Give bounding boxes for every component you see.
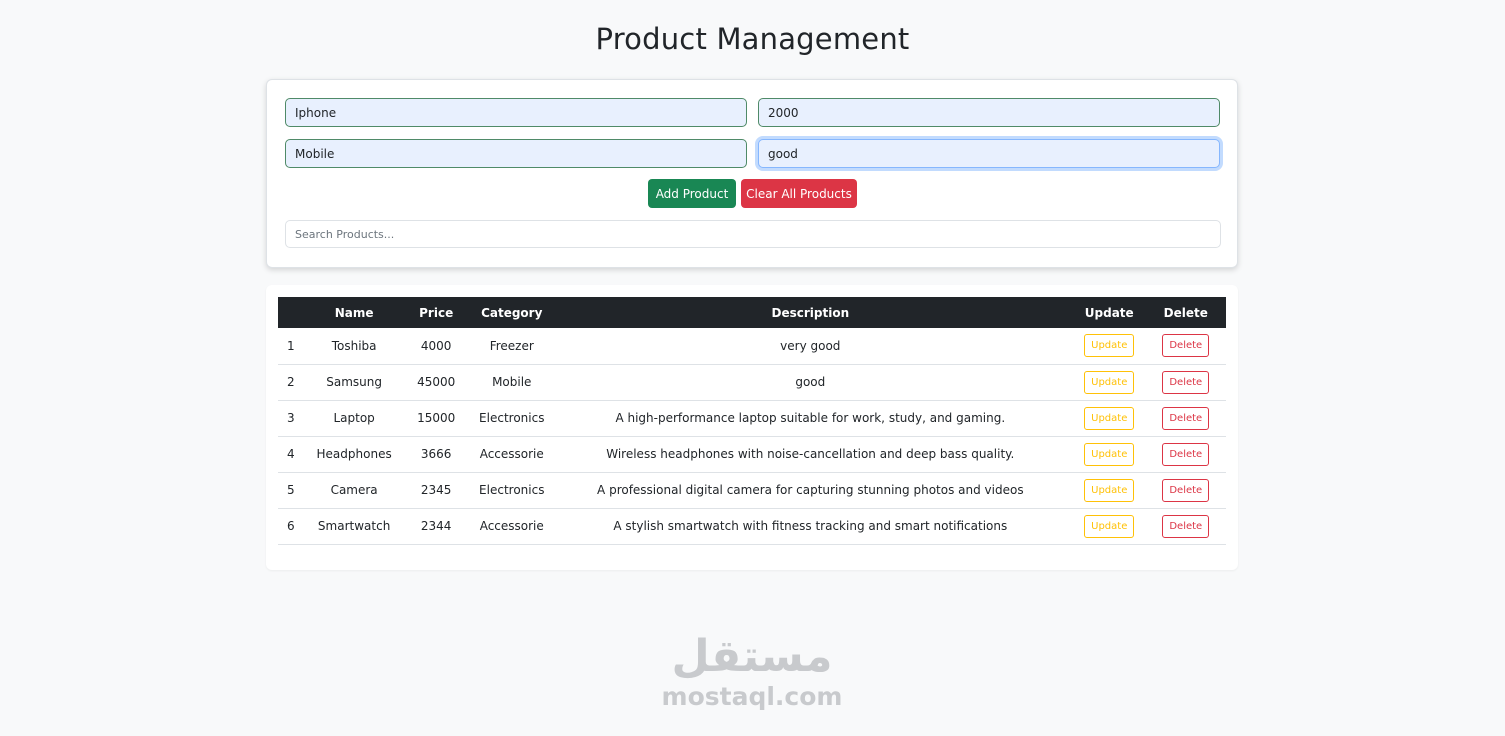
update-button[interactable]: Update	[1084, 514, 1135, 538]
product-name-input[interactable]	[285, 98, 747, 127]
row-index: 5	[287, 483, 295, 497]
product-name: Camera	[330, 483, 378, 497]
header-index	[278, 297, 312, 328]
product-form-card: Add Product Clear All Products	[266, 79, 1238, 268]
update-button[interactable]: Update	[1084, 442, 1135, 466]
update-button[interactable]: Update	[1084, 406, 1135, 430]
product-price: 2344	[420, 519, 452, 533]
product-name: Samsung	[326, 375, 382, 389]
table-row: 2 Samsung 45000 Mobile good Update Delet…	[278, 364, 1226, 400]
update-cell: Update	[1073, 508, 1146, 544]
header-category: Category	[481, 305, 543, 320]
clear-all-products-button[interactable]: Clear All Products	[741, 179, 857, 208]
update-cell: Update	[1073, 364, 1146, 400]
delete-button[interactable]: Delete	[1162, 442, 1210, 466]
table-row: 4 Headphones 3666 Accessorie Wireless he…	[278, 436, 1226, 472]
update-cell: Update	[1073, 436, 1146, 472]
table-row: 1 Toshiba 4000 Freezer very good Update …	[278, 328, 1226, 364]
header-description: Description	[771, 305, 850, 320]
header-name: Name	[334, 305, 374, 320]
table-header-row: Name Price Category Description Update D…	[278, 297, 1226, 328]
product-description: A high-performance laptop suitable for w…	[615, 411, 1006, 425]
row-index: 2	[287, 375, 295, 389]
product-price: 2345	[420, 483, 452, 497]
delete-button[interactable]: Delete	[1162, 478, 1210, 502]
update-button[interactable]: Update	[1084, 334, 1135, 358]
delete-button[interactable]: Delete	[1162, 514, 1210, 538]
watermark-domain: mostaql.com	[661, 682, 843, 711]
delete-button[interactable]: Delete	[1162, 406, 1210, 430]
row-index: 1	[287, 338, 295, 353]
product-price: 4000	[420, 338, 452, 353]
watermark-arabic-logo: مستقل	[671, 631, 833, 682]
update-cell: Update	[1073, 400, 1146, 436]
product-category: Accessorie	[479, 519, 544, 533]
product-price: 3666	[420, 447, 452, 461]
header-delete: Delete	[1163, 305, 1208, 320]
product-name: Toshiba	[331, 338, 377, 353]
product-category: Accessorie	[479, 447, 544, 461]
product-description: A stylish smartwatch with fitness tracki…	[613, 519, 1008, 533]
delete-button[interactable]: Delete	[1162, 370, 1210, 394]
delete-cell: Delete	[1146, 400, 1226, 436]
delete-button[interactable]: Delete	[1162, 334, 1210, 358]
header-update: Update	[1084, 305, 1134, 320]
products-table: Name Price Category Description Update D…	[278, 297, 1226, 545]
product-name: Headphones	[316, 447, 392, 461]
delete-cell: Delete	[1146, 328, 1226, 364]
product-description: Wireless headphones with noise-cancellat…	[606, 447, 1015, 461]
product-category-input[interactable]	[285, 139, 747, 168]
product-category: Freezer	[489, 338, 534, 353]
update-button[interactable]: Update	[1084, 370, 1135, 394]
product-description: A professional digital camera for captur…	[597, 483, 1024, 497]
product-category: Electronics	[479, 483, 545, 497]
delete-cell: Delete	[1146, 436, 1226, 472]
mostaql-watermark: مستقل mostaql.com	[652, 632, 852, 712]
search-products-input[interactable]	[285, 220, 1221, 248]
delete-cell: Delete	[1146, 364, 1226, 400]
table-row: 6 Smartwatch 2344 Accessorie A stylish s…	[278, 508, 1226, 544]
delete-cell: Delete	[1146, 472, 1226, 508]
table-row: 5 Camera 2345 Electronics A professional…	[278, 472, 1226, 508]
product-price: 15000	[417, 411, 456, 425]
product-price: 45000	[417, 375, 456, 389]
table-row: 3 Laptop 15000 Electronics A high-perfor…	[278, 400, 1226, 436]
row-index: 6	[287, 519, 295, 533]
product-description: good	[795, 375, 826, 389]
product-category: Electronics	[479, 411, 545, 425]
update-button[interactable]: Update	[1084, 478, 1135, 502]
product-name: Laptop	[333, 411, 375, 425]
product-category: Mobile	[492, 375, 532, 389]
products-table-card: Name Price Category Description Update D…	[266, 285, 1238, 570]
row-index: 3	[287, 411, 295, 425]
update-cell: Update	[1073, 472, 1146, 508]
product-price-input[interactable]	[758, 98, 1220, 127]
delete-cell: Delete	[1146, 508, 1226, 544]
page-title: Product Management	[595, 22, 910, 56]
add-product-button[interactable]: Add Product	[648, 179, 736, 208]
product-name: Smartwatch	[317, 519, 391, 533]
update-cell: Update	[1073, 328, 1146, 364]
header-price: Price	[419, 305, 454, 320]
product-description-input[interactable]	[758, 139, 1220, 168]
row-index: 4	[287, 447, 295, 461]
product-description: very good	[780, 338, 841, 353]
